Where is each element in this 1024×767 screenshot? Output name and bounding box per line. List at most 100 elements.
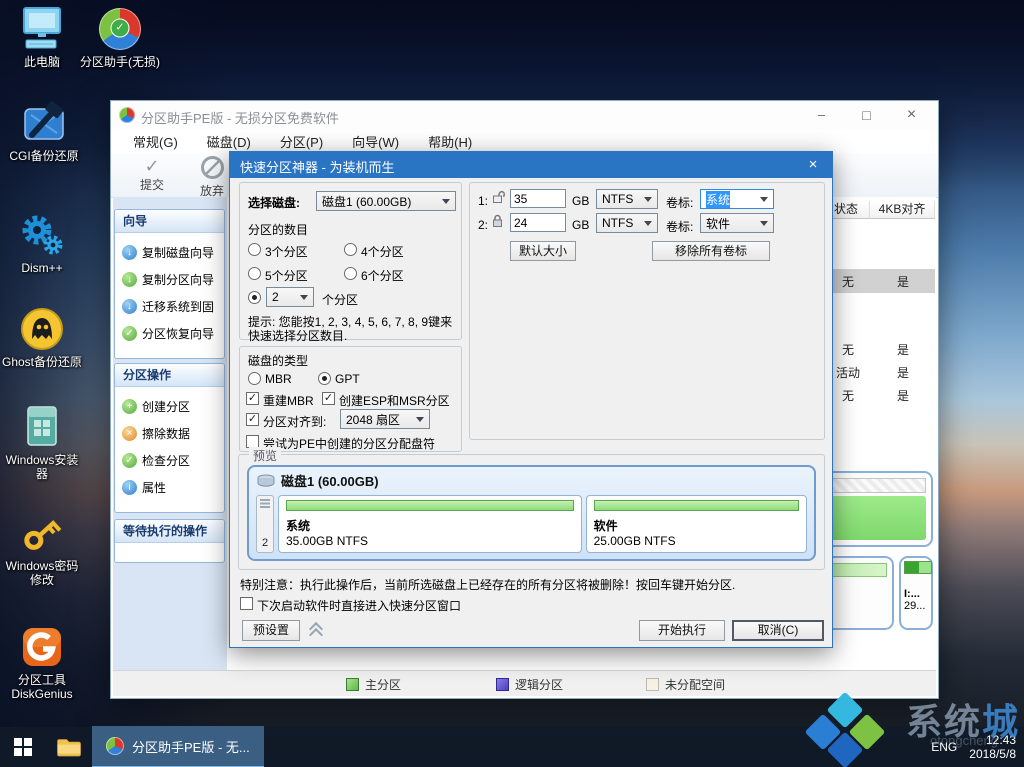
- legend-logical: 逻辑分区: [496, 676, 563, 693]
- disk-map-partition-i[interactable]: I:... 29...: [899, 556, 933, 630]
- minimize-button[interactable]: [799, 101, 844, 129]
- enter-quick-partition-checkbox[interactable]: [240, 597, 253, 610]
- column-4kb-align[interactable]: 4KB对齐: [870, 201, 935, 219]
- menubar: 常规(G) 磁盘(D) 分区(P) 向导(W) 帮助(H): [111, 129, 938, 153]
- sidebar-item-wipe-data[interactable]: × 擦除数据: [115, 420, 224, 447]
- desktop-icon-diskgenius[interactable]: 分区工具DiskGenius: [0, 624, 84, 701]
- sidebar-item-copy-disk-wizard[interactable]: ↓ 复制磁盘向导: [115, 239, 224, 266]
- preset-button[interactable]: 预设置: [242, 620, 300, 641]
- taskbar-clock[interactable]: 12:43 2018/5/8: [969, 733, 1016, 761]
- radio-custom-count[interactable]: [248, 291, 261, 304]
- desktop-icon-dism[interactable]: Dism++: [0, 212, 84, 275]
- radio-4-partitions[interactable]: [344, 243, 357, 256]
- menu-wizard[interactable]: 向导(W): [352, 132, 399, 151]
- taskbar-task-partition-assistant[interactable]: 分区助手PE版 - 无...: [92, 726, 264, 767]
- enter-quick-partition-label: 下次启动软件时直接进入快速分区窗口: [257, 599, 462, 613]
- sidebar-section-wizard: 向导 ↓ 复制磁盘向导 ↓ 复制分区向导 ↓ 迁移系统到固 ✓ 分区恢复向导: [114, 209, 225, 359]
- desktop-icon-partition-assistant[interactable]: 分区助手(无损): [78, 6, 162, 69]
- language-indicator[interactable]: ENG: [931, 740, 957, 754]
- partition2-size-input[interactable]: [510, 213, 566, 232]
- sidebar-item-partition-recovery[interactable]: ✓ 分区恢复向导: [115, 320, 224, 347]
- volume-size: 29...: [904, 600, 926, 612]
- desktop-icon-this-pc[interactable]: 此电脑: [0, 6, 84, 69]
- desktop-icon-cgi-backup[interactable]: CGI备份还原: [2, 100, 86, 163]
- select-disk-label: 选择磁盘:: [248, 196, 300, 210]
- hint-line2: 快速选择分区数目.: [248, 329, 348, 343]
- submit-button[interactable]: 提交: [129, 156, 175, 193]
- sidebar-item-copy-partition-wizard[interactable]: ↓ 复制分区向导: [115, 266, 224, 293]
- menu-general[interactable]: 常规(G): [133, 132, 178, 151]
- partition2-fs-select[interactable]: NTFS: [596, 213, 658, 233]
- sidebar-item-migrate-system[interactable]: ↓ 迁移系统到固: [115, 293, 224, 320]
- unlock-icon[interactable]: [492, 190, 506, 209]
- partition1-label-select[interactable]: 系统: [700, 189, 774, 209]
- rebuild-mbr-checkbox[interactable]: [246, 392, 259, 405]
- start-execute-button[interactable]: 开始执行: [639, 620, 725, 641]
- partition-assistant-icon: [78, 6, 162, 52]
- check-partition-icon: ✓: [122, 453, 137, 468]
- menu-partition[interactable]: 分区(P): [280, 132, 323, 151]
- close-button[interactable]: [889, 101, 934, 129]
- disk-count-group: 选择磁盘: 磁盘1 (60.00GB) 分区的数目 3个分区 4个分区 5个分区…: [239, 182, 462, 343]
- partition1-size-input[interactable]: [510, 189, 566, 208]
- volume-letter: I:...: [904, 588, 920, 600]
- radio-3-partitions[interactable]: [248, 243, 261, 256]
- collapse-up-icon[interactable]: [308, 621, 324, 643]
- create-partition-icon: +: [122, 399, 137, 414]
- disk-stack-icon: [260, 499, 270, 508]
- dialog-titlebar[interactable]: 快速分区神器 - 为装机而生: [230, 152, 832, 178]
- cancel-button[interactable]: 取消(C): [732, 620, 824, 641]
- window-titlebar[interactable]: 分区助手PE版 - 无损分区免费软件: [111, 101, 938, 129]
- wipe-data-icon: ×: [122, 426, 137, 441]
- preview-disk-header: 磁盘1 (60.00GB): [249, 467, 814, 494]
- sidebar-item-check-partition[interactable]: ✓ 检查分区: [115, 447, 224, 474]
- partition-settings-group: 1: GB NTFS 卷标: 系统 2:: [469, 182, 825, 440]
- folder-icon: [57, 739, 81, 757]
- ghost-backup-icon: [0, 306, 84, 352]
- default-size-button[interactable]: 默认大小: [510, 241, 576, 261]
- legend-unallocated: 未分配空间: [646, 676, 725, 693]
- disk-icon: [257, 474, 275, 487]
- sidebar-item-properties[interactable]: i 属性: [115, 474, 224, 501]
- quick-partition-dialog: 快速分区神器 - 为装机而生 选择磁盘: 磁盘1 (60.00GB) 分区的数目…: [229, 151, 833, 648]
- preview-partition-software[interactable]: 软件 25.00GB NTFS: [585, 495, 807, 553]
- logical-partition-swatch: [496, 678, 509, 691]
- align-partition-checkbox[interactable]: [246, 413, 259, 426]
- chevron-down-icon: [760, 220, 768, 226]
- desktop-icon-windows-installer[interactable]: Windows安装器: [0, 404, 84, 481]
- warning-text: 特别注意：执行此操作后，当前所选磁盘上已经存在的所有分区将被删除！按回车键开始分…: [240, 578, 736, 592]
- align-sector-select[interactable]: 2048 扇区: [340, 409, 430, 429]
- preview-disk-index-box: 2: [256, 495, 274, 553]
- file-explorer-button[interactable]: [46, 727, 92, 767]
- partition2-label-select[interactable]: 软件: [700, 213, 774, 233]
- maximize-button[interactable]: [844, 101, 889, 129]
- this-pc-icon: [0, 6, 84, 52]
- start-button[interactable]: [0, 727, 46, 767]
- dialog-close-button[interactable]: [794, 152, 832, 178]
- radio-6-partitions[interactable]: [344, 267, 357, 280]
- radio-gpt[interactable]: [318, 372, 331, 385]
- properties-icon: i: [122, 480, 137, 495]
- menu-help[interactable]: 帮助(H): [428, 132, 472, 151]
- discard-icon: [200, 156, 224, 179]
- desktop-icon-ghost-backup[interactable]: Ghost备份还原: [0, 306, 84, 369]
- lock-icon[interactable]: [492, 214, 504, 233]
- menu-disk[interactable]: 磁盘(D): [207, 132, 251, 151]
- chevron-down-icon: [644, 196, 652, 202]
- partition1-fs-select[interactable]: NTFS: [596, 189, 658, 209]
- row2-unit: GB: [572, 218, 590, 232]
- custom-count-suffix: 个分区: [322, 293, 359, 307]
- chevron-down-icon: [300, 294, 308, 300]
- remove-all-labels-button[interactable]: 移除所有卷标: [652, 241, 770, 261]
- radio-mbr[interactable]: [248, 372, 261, 385]
- windows-installer-icon: [0, 404, 84, 450]
- disk-select[interactable]: 磁盘1 (60.00GB): [316, 191, 456, 211]
- custom-count-select[interactable]: 2: [266, 287, 314, 307]
- desktop-icon-windows-password[interactable]: Windows密码修改: [0, 510, 84, 587]
- create-esp-msr-checkbox[interactable]: [322, 392, 335, 405]
- sidebar-item-create-partition[interactable]: + 创建分区: [115, 393, 224, 420]
- preview-disk-title: 磁盘1 (60.00GB): [281, 474, 379, 489]
- preview-partition-system[interactable]: 系统 35.00GB NTFS: [278, 495, 582, 553]
- diskgenius-icon: [0, 624, 84, 670]
- radio-5-partitions[interactable]: [248, 267, 261, 280]
